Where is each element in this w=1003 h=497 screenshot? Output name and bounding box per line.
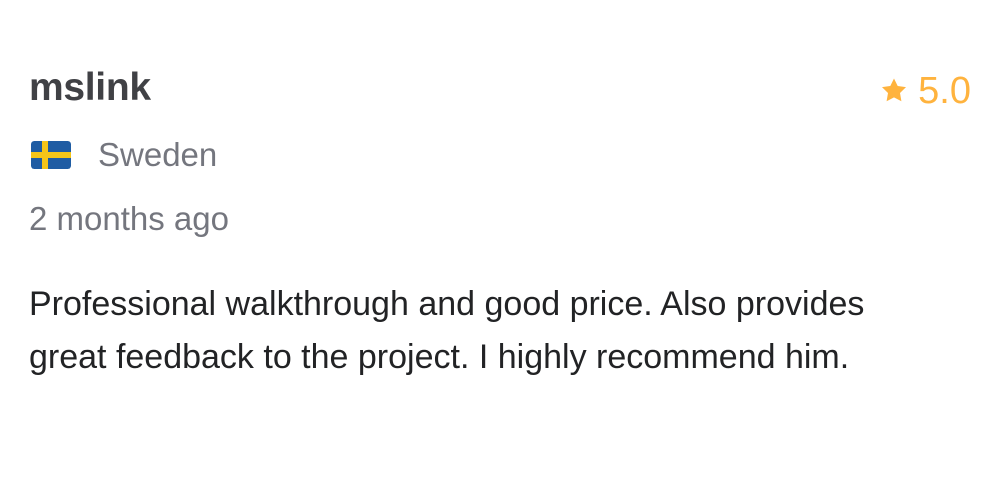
rating-value: 5.0 <box>918 70 971 112</box>
rating-display: 5.0 <box>878 72 971 110</box>
star-icon <box>882 78 907 102</box>
country-name: Sweden <box>98 136 218 173</box>
review-timestamp: 2 months ago <box>29 200 229 237</box>
review-text: Professional walkthrough and good price.… <box>29 285 865 376</box>
reviewer-country: Sweden <box>31 138 217 171</box>
reviewer-username[interactable]: mslink <box>29 68 151 107</box>
sweden-flag-icon <box>31 140 71 169</box>
review-card: mslink 5.0 Sweden 2 months ago Professio… <box>0 0 1003 497</box>
